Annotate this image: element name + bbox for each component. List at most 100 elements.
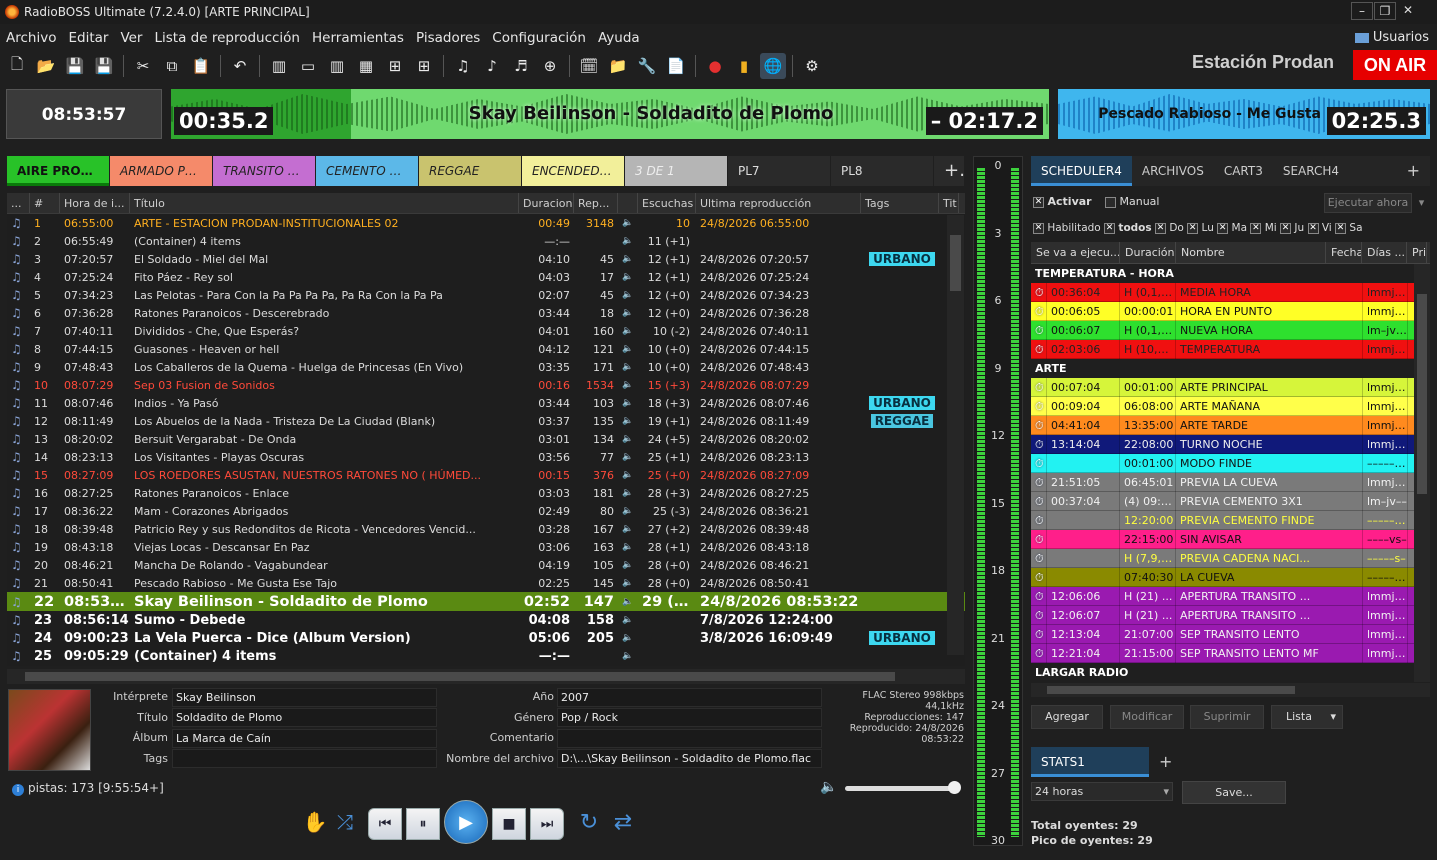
col-sch-days[interactable]: Días ... xyxy=(1362,242,1407,263)
paste-icon[interactable]: 📋 xyxy=(188,53,214,79)
table-row[interactable]: ♫ 15 08:27:09 LOS ROEDORES ASUSTAN, NUESTRO… xyxy=(7,466,965,484)
genre-field[interactable]: Pop / Rock xyxy=(557,708,822,727)
add-schedule-button[interactable]: Agregar xyxy=(1031,705,1103,729)
scheduler-row[interactable]: ⏱ 12:06:06 H (21) ... APERTURA TRANSITO ...… xyxy=(1031,586,1430,606)
todos-checkbox[interactable]: ✕ xyxy=(1104,222,1116,234)
loop-icon[interactable]: ↻ xyxy=(572,806,606,838)
current-waveform[interactable]: Skay Beilinson - Soldadito de Plomo 00:3… xyxy=(171,89,1049,139)
stats-icon[interactable]: ▮ xyxy=(731,53,757,79)
run-now-button[interactable]: Ejecutar ahora xyxy=(1324,193,1412,213)
col-speaker[interactable] xyxy=(618,193,638,213)
edit-schedule-button[interactable]: Modificar xyxy=(1110,705,1184,729)
repeat-icon[interactable]: ⇄ xyxy=(606,806,640,838)
menu-herramientas[interactable]: Herramientas xyxy=(306,27,410,49)
add-2-icon[interactable]: ⊞ xyxy=(411,53,437,79)
add-url-icon[interactable]: ⊕ xyxy=(537,53,563,79)
save-icon[interactable]: 💾 xyxy=(62,53,88,79)
list-dropdown-button[interactable]: Lista ▾ xyxy=(1271,705,1343,729)
comment-field[interactable] xyxy=(557,729,822,748)
new-icon[interactable]: 🗋 xyxy=(4,53,30,79)
gear-icon[interactable]: ⚙ xyxy=(799,53,825,79)
open-icon[interactable]: 📂 xyxy=(33,53,59,79)
day-checkbox[interactable]: ✕ xyxy=(1154,222,1166,234)
undo-icon[interactable]: ↶ xyxy=(227,53,253,79)
scheduler-row[interactable]: ⏱ 12:20:00 PREVIA CEMENTO FINDE –––––––d xyxy=(1031,510,1430,530)
tab-cart3[interactable]: CART3 xyxy=(1214,156,1273,186)
play-button[interactable]: ▶ xyxy=(444,800,488,844)
stats-save-button[interactable]: Save... xyxy=(1182,781,1286,804)
scheduler-row[interactable]: ⏱ 13:14:04 22:08:00 TURNO NOCHE lmmjv–– xyxy=(1031,434,1430,454)
tags-field[interactable] xyxy=(172,749,437,768)
hand-icon[interactable]: ✋ xyxy=(298,806,332,838)
shuffle-icon[interactable]: ⤮ xyxy=(328,806,362,838)
scheduler-row[interactable]: ⏱ H (7,9,1... PREVIA CADENA NACI... –––––s– xyxy=(1031,548,1430,568)
menu-pisadores[interactable]: Pisadores xyxy=(410,27,486,49)
menu-configuracion[interactable]: Configuración xyxy=(486,27,592,49)
playlist-vscroll[interactable] xyxy=(947,215,964,655)
add-tab-icon[interactable]: + xyxy=(1397,156,1430,186)
artist-field[interactable]: Skay Beilinson xyxy=(172,688,437,707)
save-as-icon[interactable]: 💾 xyxy=(91,53,117,79)
table-row[interactable]: ♫ 10 08:07:29 Sep 03 Fusion de Sonidos 00:16… xyxy=(7,376,965,394)
scheduler-row[interactable]: ⏱00:36:04H (0,1,2...MEDIA HORAlmmjvsd xyxy=(1031,282,1430,302)
scheduler-group[interactable]: TEMPERATURA - HORA xyxy=(1031,264,1430,283)
col-sch-duration[interactable]: Duración xyxy=(1120,242,1176,263)
habilitado-checkbox[interactable]: ✕ xyxy=(1033,222,1044,234)
folder-icon[interactable]: 📁 xyxy=(605,53,631,79)
table-row[interactable]: ♫ 16 08:27:25 Ratones Paranoicos - Enlace 03… xyxy=(7,484,965,502)
col-start[interactable]: Hora de i... xyxy=(60,193,130,213)
scheduler-row[interactable]: ⏱ 12:13:04 21:07:00 SEP TRANSITO LENTO lmmjv… xyxy=(1031,624,1430,644)
playlist-tab[interactable]: ARMADO PROG xyxy=(110,156,212,186)
playlist-tab[interactable]: TRANSITO LE... xyxy=(213,156,315,186)
playlist-tab[interactable]: REGGAE xyxy=(419,156,521,186)
col-tags[interactable]: Tags xyxy=(861,193,939,213)
col-title[interactable]: Título xyxy=(130,193,519,213)
scheduler-hscroll-thumb[interactable] xyxy=(1047,686,1295,694)
add-file-icon[interactable]: ♬ xyxy=(508,53,534,79)
scheduler-row[interactable]: ⏱ 00:01:00 MODO FINDE –––––sd xyxy=(1031,453,1430,473)
col-next-run[interactable]: Se va a ejecu... xyxy=(1031,242,1120,263)
maximize-button[interactable]: ❐ xyxy=(1374,2,1396,20)
close-button[interactable]: ✕ xyxy=(1397,2,1419,20)
range-select[interactable]: 24 horas ▾ xyxy=(1031,782,1173,801)
table-row[interactable]: ♫ 12 08:11:49 Los Abuelos de la Nada - Tris… xyxy=(7,412,965,430)
playlist-tab[interactable]: AIRE PRODAN xyxy=(7,156,109,186)
scheduler-row[interactable]: ⏱ 12:21:04 21:15:00 SEP TRANSITO LENTO MF lm… xyxy=(1031,643,1430,663)
album-field[interactable]: La Marca de Caín xyxy=(172,729,437,748)
table-row[interactable]: ♫ 25 09:05:29 (Container) 4 items —:— 🔈 xyxy=(7,647,965,665)
scheduler-group[interactable]: ARTE xyxy=(1031,359,1430,378)
volume-knob[interactable] xyxy=(948,781,961,794)
menu-lista[interactable]: Lista de reproducción xyxy=(148,27,306,49)
playlist-hscroll[interactable] xyxy=(7,669,965,684)
scheduler-row[interactable]: ⏱21:51:0506:45:01PREVIA LA CUEVAlmmjvsd xyxy=(1031,472,1430,492)
playlist-grid[interactable]: ... # Hora de i... Título Duracion Rep..… xyxy=(7,193,965,666)
scheduler-icon[interactable]: 🗓 xyxy=(576,53,602,79)
table-row[interactable]: ♫ 8 07:44:15 Guasones - Heaven or hell 04:12… xyxy=(7,340,965,358)
tools-icon[interactable]: 🔧 xyxy=(634,53,660,79)
users-button[interactable]: Usuarios xyxy=(1354,30,1429,45)
col-tit[interactable]: Tit xyxy=(939,193,959,213)
day-checkbox[interactable]: ✕ xyxy=(1335,222,1347,234)
col-sch-pri[interactable]: Pri xyxy=(1407,242,1427,263)
table-row[interactable]: ♫ 4 07:25:24 Fito Páez - Rey sol 04:03 17 🔈 12 … xyxy=(7,268,965,286)
playlist-tab[interactable]: CEMENTO VIVE xyxy=(316,156,418,186)
scheduler-row[interactable]: ⏱ 12:06:07 H (21) ... APERTURA TRANSITO ...… xyxy=(1031,605,1430,625)
table-row[interactable]: ♫ 24 09:00:23 La Vela Puerca - Dice (Album … xyxy=(7,629,965,647)
table-row[interactable]: ♫ 7 07:40:11 Divididos - Che, Que Esperás? 0… xyxy=(7,322,965,340)
minimize-button[interactable]: – xyxy=(1351,2,1373,20)
col-last-played[interactable]: Ultima reproducción xyxy=(696,193,861,213)
tab-scheduler4[interactable]: SCHEDULER4 xyxy=(1031,156,1132,186)
add-playlist-tab-icon[interactable]: + xyxy=(934,156,964,186)
table-row[interactable]: ♫ 21 08:50:41 Pescado Rabioso - Me Gusta Es… xyxy=(7,574,965,592)
scheduler-row[interactable]: ⏱ 07:40:30 LA CUEVA –––––––d xyxy=(1031,567,1430,587)
table-row[interactable]: ♫ 2 06:55:49 (Container) 4 items —:— 🔈 11 (+1) xyxy=(7,232,965,250)
col-sch-name[interactable]: Nombre xyxy=(1176,242,1326,263)
layout-4-icon[interactable]: ▦ xyxy=(353,53,379,79)
table-row[interactable]: ♫ 13 08:20:02 Bersuit Vergarabat - De Onda 0… xyxy=(7,430,965,448)
table-row[interactable]: ♫ 11 08:07:46 Indios - Ya Pasó 03:44 103 🔈 18 (… xyxy=(7,394,965,412)
scheduler-row[interactable]: ⏱00:07:0400:01:00ARTE PRINCIPALlmmjvsd xyxy=(1031,377,1430,397)
manual-checkbox[interactable]: Manual xyxy=(1105,195,1159,208)
playlist-tab[interactable]: 3 DE 1 xyxy=(625,156,727,186)
scheduler-row[interactable]: ⏱00:06:0500:00:01HORA EN PUNTOlmmjvsd xyxy=(1031,301,1430,321)
menu-archivo[interactable]: Archivo xyxy=(0,27,62,49)
